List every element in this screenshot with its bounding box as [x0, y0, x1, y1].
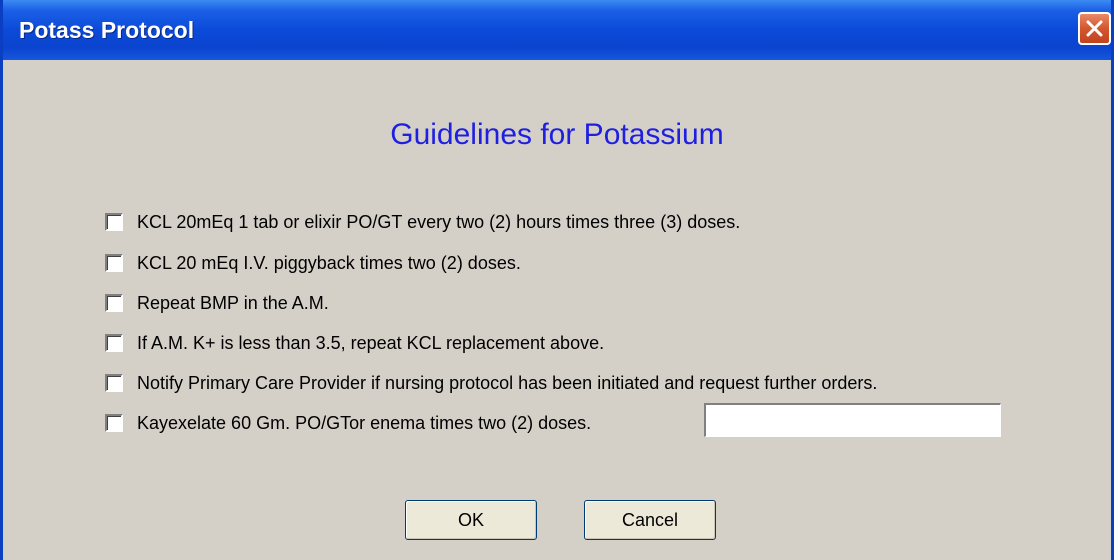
option-kcl-oral-label: KCL 20mEq 1 tab or elixir PO/GT every tw… [137, 211, 741, 232]
option-repeat-kcl-checkbox[interactable] [105, 334, 123, 352]
option-kayexelate-checkbox[interactable] [105, 414, 123, 432]
close-icon [1086, 20, 1103, 37]
title-bar[interactable]: Potass Protocol [3, 0, 1111, 60]
option-repeat-kcl-label: If A.M. K+ is less than 3.5, repeat KCL … [137, 332, 605, 353]
option-kcl-oral: KCL 20mEq 1 tab or elixir PO/GT every tw… [105, 208, 740, 236]
option-notify-provider-label: Notify Primary Care Provider if nursing … [137, 372, 878, 393]
dialog-body: Guidelines for Potassium KCL 20mEq 1 tab… [3, 60, 1111, 560]
dialog-window: Potass Protocol Guidelines for Potassium… [0, 0, 1114, 560]
ok-button[interactable]: OK [405, 500, 537, 540]
option-kcl-oral-checkbox[interactable] [105, 213, 123, 231]
option-kayexelate-label: Kayexelate 60 Gm. PO/GTor enema times tw… [137, 412, 592, 433]
kayexelate-text-field[interactable] [704, 403, 1001, 437]
page-title: Guidelines for Potassium [390, 118, 724, 151]
option-kayexelate: Kayexelate 60 Gm. PO/GTor enema times tw… [105, 409, 591, 437]
option-notify-provider: Notify Primary Care Provider if nursing … [105, 369, 877, 397]
window-title: Potass Protocol [19, 17, 195, 43]
cancel-button[interactable]: Cancel [584, 500, 716, 540]
option-kcl-iv: KCL 20 mEq I.V. piggyback times two (2) … [105, 249, 521, 277]
option-repeat-kcl: If A.M. K+ is less than 3.5, repeat KCL … [105, 329, 604, 357]
option-kcl-iv-checkbox[interactable] [105, 254, 123, 272]
option-repeat-bmp: Repeat BMP in the A.M. [105, 289, 329, 317]
option-notify-provider-checkbox[interactable] [105, 374, 123, 392]
option-repeat-bmp-checkbox[interactable] [105, 294, 123, 312]
option-kcl-iv-label: KCL 20 mEq I.V. piggyback times two (2) … [137, 252, 521, 273]
close-button[interactable] [1078, 12, 1111, 45]
option-repeat-bmp-label: Repeat BMP in the A.M. [137, 292, 329, 313]
